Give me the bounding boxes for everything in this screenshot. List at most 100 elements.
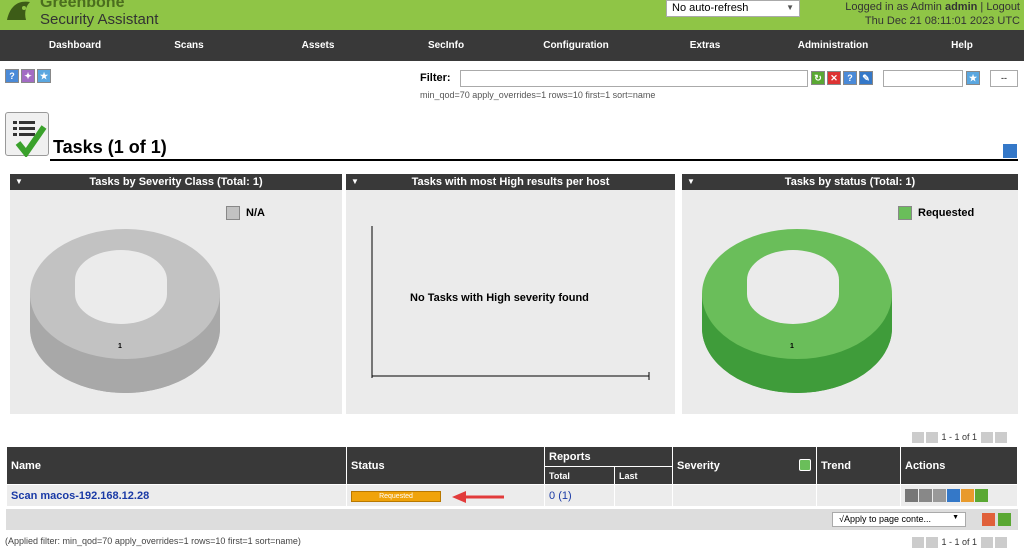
high-results-chart-title: Tasks with most High results per host (411, 176, 610, 188)
tasks-table: Name Status Reports Severity Trend Actio… (6, 446, 1018, 507)
severity-donut-chart (30, 229, 220, 393)
status-badge: Requested (351, 491, 441, 502)
severity-slice-label: 1 (118, 343, 122, 350)
current-datetime: Thu Dec 21 08:11:01 2023 UTC (864, 15, 1020, 27)
export-icon[interactable] (975, 489, 988, 502)
logout-link[interactable]: Logout (986, 1, 1020, 13)
apply-to-value: √Apply to page conte... (839, 514, 931, 524)
edit-icon[interactable] (947, 489, 960, 502)
first-page-icon[interactable] (912, 537, 924, 549)
column-header-actions: Actions (900, 446, 1018, 485)
task-name-link[interactable]: Scan macos-192.168.12.28 (11, 490, 149, 502)
collapse-triangle-icon[interactable]: ▼ (351, 174, 359, 190)
save-filter-star-icon[interactable]: ★ (966, 71, 980, 85)
reset-filter-icon[interactable]: ✕ (827, 71, 841, 85)
logo-subtitle: Security Assistant (40, 11, 159, 28)
login-status: Logged in as Admin admin | Logout (845, 1, 1020, 13)
wizard-icon[interactable]: ✦ (21, 69, 35, 83)
legend-label-requested: Requested (918, 207, 975, 219)
last-page-icon[interactable] (994, 432, 1007, 444)
title-divider (50, 159, 1018, 161)
prev-page-icon[interactable] (926, 432, 938, 444)
nav-help[interactable]: Help (951, 40, 973, 51)
status-chart-header[interactable]: ▼ Tasks by status (Total: 1) (682, 174, 1018, 190)
column-header-severity[interactable]: Severity (672, 446, 817, 485)
nav-configuration[interactable]: Configuration (543, 40, 609, 51)
resume-icon[interactable] (919, 489, 932, 502)
new-task-star-icon[interactable]: ★ (37, 69, 51, 83)
column-header-status[interactable]: Status (346, 446, 545, 485)
status-slice-label: 1 (790, 343, 794, 350)
chevron-down-icon: ▼ (786, 3, 794, 12)
task-status-cell: Requested (346, 484, 545, 507)
refresh-filter-icon[interactable]: ↻ (811, 71, 825, 85)
overrides-toggle-icon[interactable] (799, 459, 811, 471)
bulk-action-bar: √Apply to page conte... ▼ (6, 509, 1018, 530)
filter-summary: min_qod=70 apply_overrides=1 rows=10 fir… (420, 90, 656, 100)
reports-last-cell (614, 484, 673, 507)
app-header: Greenbone Security Assistant No auto-ref… (0, 0, 1024, 30)
clone-icon[interactable] (961, 489, 974, 502)
delete-icon[interactable] (933, 489, 946, 502)
column-header-reports: Reports (544, 446, 673, 467)
main-nav: Dashboard Scans Assets SecInfo Configura… (0, 30, 1024, 61)
column-header-reports-total[interactable]: Total (544, 466, 615, 485)
status-chart-panel: ▼ Tasks by status (Total: 1) 1 Requested (682, 174, 1018, 414)
filter-help-icon[interactable]: ? (843, 71, 857, 85)
filter-label: Filter: (420, 72, 451, 84)
trend-cell (816, 484, 901, 507)
bulk-delete-icon[interactable] (982, 513, 995, 526)
severity-cell (672, 484, 817, 507)
page-title: Tasks (1 of 1) (53, 137, 167, 157)
help-icon[interactable]: ? (5, 69, 19, 83)
collapse-triangle-icon[interactable]: ▼ (687, 174, 695, 190)
nav-dashboard[interactable]: Dashboard (49, 40, 101, 51)
filter-name-input[interactable] (883, 70, 963, 87)
nav-scans[interactable]: Scans (174, 40, 203, 51)
column-header-name[interactable]: Name (6, 446, 347, 485)
nav-extras[interactable]: Extras (690, 40, 721, 51)
reports-total-cell: 0 (1) (544, 484, 615, 507)
start-icon[interactable] (905, 489, 918, 502)
username-link[interactable]: admin (945, 1, 977, 13)
pagination-text: 1 - 1 of 1 (941, 537, 978, 547)
high-results-chart-header[interactable]: ▼ Tasks with most High results per host (346, 174, 675, 190)
reports-in-progress-link[interactable]: (1) (558, 490, 571, 502)
saved-filter-select[interactable]: -- (990, 70, 1018, 87)
high-results-chart-panel: ▼ Tasks with most High results per host … (346, 174, 675, 414)
applied-filter-text: (Applied filter: min_qod=70 apply_overri… (5, 536, 301, 546)
first-page-icon[interactable] (912, 432, 924, 444)
logged-in-label: Logged in as Admin (845, 1, 942, 13)
tasks-page-icon (5, 112, 49, 159)
pagination-top: 1 - 1 of 1 (911, 432, 1008, 444)
next-page-icon[interactable] (980, 537, 993, 549)
legend-swatch-requested (898, 206, 912, 220)
legend-label-na: N/A (246, 207, 265, 219)
auto-refresh-select[interactable]: No auto-refresh ▼ (666, 0, 800, 17)
auto-refresh-value: No auto-refresh (672, 2, 749, 14)
severity-chart-header[interactable]: ▼ Tasks by Severity Class (Total: 1) (10, 174, 342, 190)
status-donut-chart (702, 229, 892, 393)
task-name-cell: Scan macos-192.168.12.28 (6, 484, 347, 507)
legend-swatch-na (226, 206, 240, 220)
reports-total-link[interactable]: 0 (549, 490, 555, 502)
last-page-icon[interactable] (994, 537, 1007, 549)
nav-administration[interactable]: Administration (798, 40, 869, 51)
nav-secinfo[interactable]: SecInfo (428, 40, 464, 51)
nav-assets[interactable]: Assets (302, 40, 335, 51)
column-header-reports-last[interactable]: Last (614, 466, 673, 485)
greenbone-logo-icon (7, 1, 30, 20)
table-row: Scan macos-192.168.12.28 Requested 0 (1) (6, 484, 1018, 507)
next-page-icon[interactable] (980, 432, 993, 444)
actions-cell (900, 484, 1018, 507)
column-header-trend[interactable]: Trend (816, 446, 901, 485)
filter-input[interactable] (460, 70, 808, 87)
wrench-icon[interactable] (1003, 144, 1017, 158)
no-data-message: No Tasks with High severity found (410, 292, 589, 304)
severity-chart-panel: ▼ Tasks by Severity Class (Total: 1) 1 N… (10, 174, 342, 414)
edit-filter-icon[interactable]: ✎ (859, 71, 873, 85)
bulk-export-icon[interactable] (998, 513, 1011, 526)
apply-to-select[interactable]: √Apply to page conte... ▼ (832, 512, 966, 527)
prev-page-icon[interactable] (926, 537, 938, 549)
collapse-triangle-icon[interactable]: ▼ (15, 174, 23, 190)
